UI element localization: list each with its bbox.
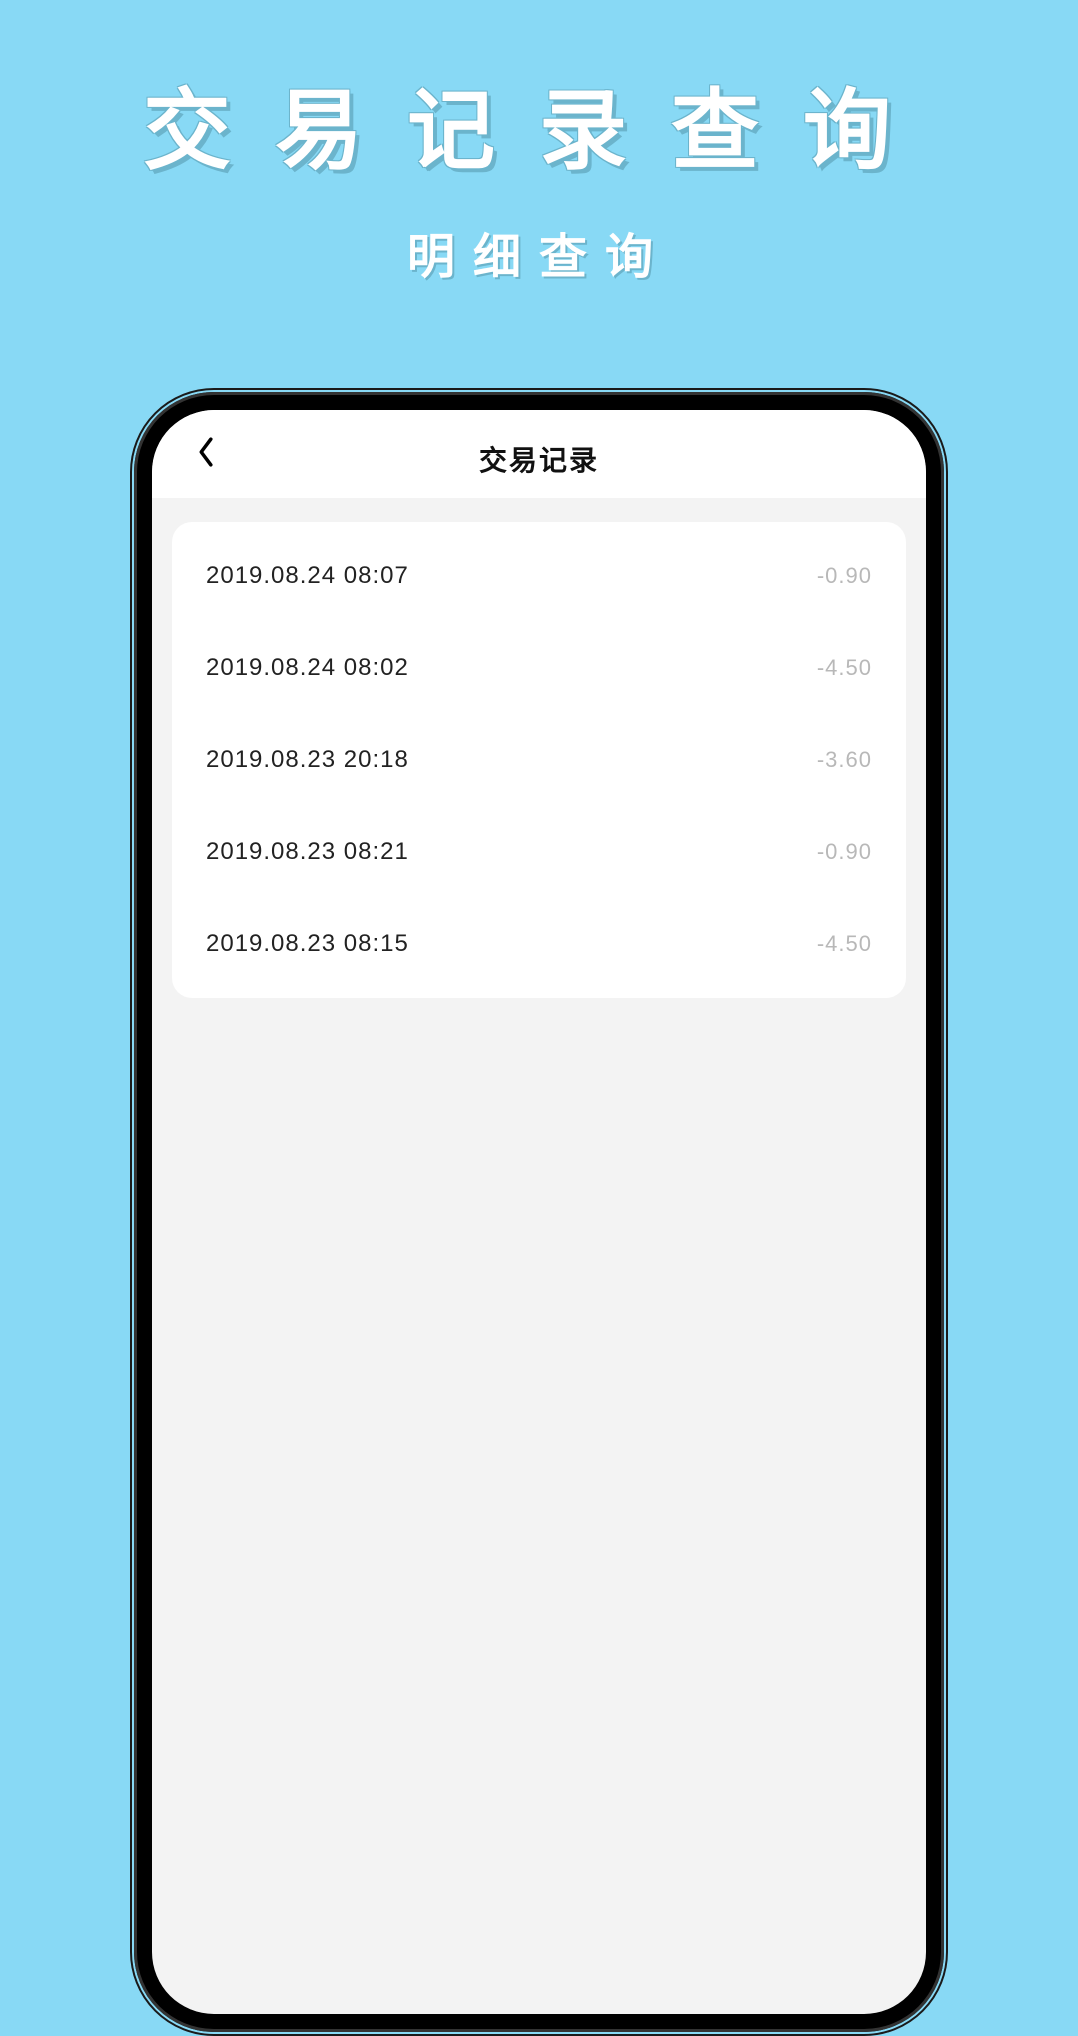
transaction-amount: -0.90	[817, 563, 872, 589]
transaction-row[interactable]: 2019.08.23 20:18 -3.60	[172, 714, 906, 806]
transaction-amount: -0.90	[817, 839, 872, 865]
transaction-amount: -3.60	[817, 747, 872, 773]
promo-subtitle: 明细查询	[0, 187, 1078, 287]
transaction-amount: -4.50	[817, 931, 872, 957]
transaction-list: 2019.08.24 08:07 -0.90 2019.08.24 08:02 …	[172, 522, 906, 998]
back-button[interactable]	[184, 432, 228, 476]
phone-screen: 交易记录 2019.08.24 08:07 -0.90 2019.08.24 0…	[152, 410, 926, 2014]
chevron-left-icon	[196, 436, 216, 473]
transaction-datetime: 2019.08.23 08:21	[206, 838, 409, 866]
transaction-datetime: 2019.08.23 08:15	[206, 930, 409, 958]
transaction-datetime: 2019.08.23 20:18	[206, 746, 409, 774]
transaction-amount: -4.50	[817, 655, 872, 681]
app-header: 交易记录	[152, 410, 926, 498]
transaction-row[interactable]: 2019.08.24 08:02 -4.50	[172, 622, 906, 714]
phone-frame: 交易记录 2019.08.24 08:07 -0.90 2019.08.24 0…	[134, 392, 944, 2032]
transaction-datetime: 2019.08.24 08:07	[206, 562, 409, 590]
transaction-row[interactable]: 2019.08.24 08:07 -0.90	[172, 530, 906, 622]
promo-title: 交易记录查询	[0, 0, 1078, 187]
page-title: 交易记录	[479, 439, 599, 479]
transaction-datetime: 2019.08.24 08:02	[206, 654, 409, 682]
transaction-row[interactable]: 2019.08.23 08:21 -0.90	[172, 806, 906, 898]
transaction-row[interactable]: 2019.08.23 08:15 -4.50	[172, 898, 906, 990]
content-area: 2019.08.24 08:07 -0.90 2019.08.24 08:02 …	[152, 498, 926, 1022]
